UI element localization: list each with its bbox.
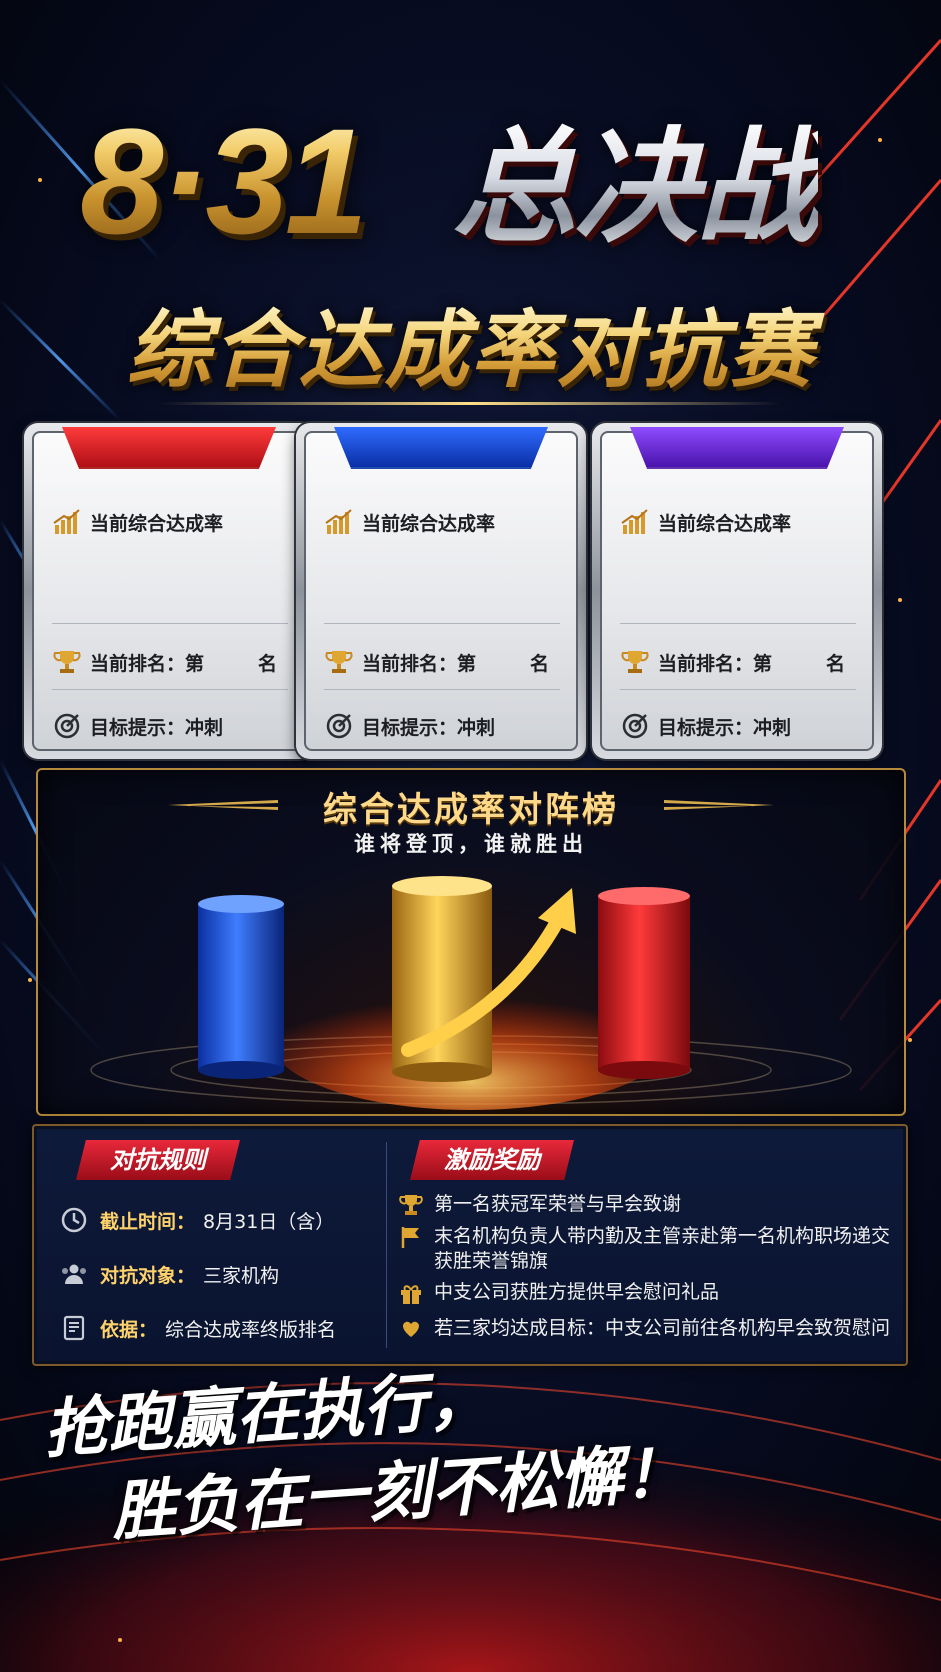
- clock-icon: [61, 1207, 87, 1233]
- blue-column: [198, 904, 284, 1070]
- rank-label: 当前排名：第: [362, 652, 477, 675]
- reward-item: 中支公司获胜方提供早会慰问礼品: [398, 1280, 890, 1306]
- reward-item: 第一名获冠军荣誉与早会致谢: [398, 1192, 890, 1218]
- card-divider: [324, 623, 560, 624]
- target-icon: [622, 713, 648, 739]
- trophy-icon: [53, 651, 81, 673]
- rate-label: 当前综合达成率: [90, 512, 224, 535]
- reward-text: 若三家均达成目标：中支公司前往各机构早会致贺慰问: [434, 1317, 891, 1339]
- purple-tab: [630, 427, 844, 469]
- reward-text: 中支公司获胜方提供早会慰问礼品: [434, 1281, 720, 1303]
- rank-row: 当前排名：第 名: [52, 647, 288, 677]
- red-column: [598, 896, 690, 1070]
- team-card-red: 当前综合达成率 当前排名：第 名 目标提示：冲刺: [24, 423, 314, 759]
- blue-tab: [334, 427, 548, 469]
- rank-label: 当前排名：第: [658, 652, 773, 675]
- gift-icon: [401, 1285, 421, 1304]
- card-divider: [620, 623, 856, 624]
- board-subtitle: 谁将登顶，谁就胜出: [354, 832, 588, 856]
- heart-hand-icon: [403, 1321, 419, 1337]
- date-text: 8·31: [80, 97, 368, 265]
- goal-label: 目标提示：冲刺: [658, 716, 792, 739]
- flag-icon: [401, 1227, 419, 1248]
- reward-item: 若三家均达成目标：中支公司前往各机构早会致贺慰问: [398, 1316, 890, 1342]
- card-divider: [52, 689, 288, 690]
- rule-key: 截止时间：: [100, 1210, 196, 1233]
- target-icon: [54, 713, 80, 739]
- main-title: 8·31 总决战: [60, 100, 890, 280]
- rule-key: 依据：: [100, 1318, 158, 1341]
- card-divider: [52, 623, 288, 624]
- rate-row: 当前综合达成率: [620, 507, 856, 537]
- card-divider: [620, 689, 856, 690]
- matchup-board: 综合达成率对阵榜 谁将登顶，谁就胜出: [36, 768, 906, 1116]
- trophy-icon: [399, 1195, 423, 1215]
- rule-key: 对抗对象：: [100, 1264, 196, 1287]
- trophy-icon: [621, 651, 649, 673]
- competition-subtitle: 综合达成率对抗赛: [0, 298, 941, 402]
- people-icon: [62, 1264, 86, 1284]
- team-card-blue: 当前综合达成率 当前排名：第 名 目标提示：冲刺: [296, 423, 586, 759]
- panel-divider: [386, 1142, 387, 1348]
- rule-deadline: 截止时间： 8月31日（含）: [60, 1206, 334, 1234]
- reward-item: 末名机构负责人带内勤及主管亲赴第一名机构职场递交获胜荣誉锦旗: [398, 1224, 890, 1274]
- board-title: 综合达成率对阵榜: [323, 790, 619, 830]
- rewards-heading: 激励奖励: [410, 1140, 574, 1180]
- rules-rewards-panel: 对抗规则 激励奖励 截止时间： 8月31日（含） 对抗对象： 三家机构 依据： …: [32, 1124, 908, 1366]
- card-divider: [324, 689, 560, 690]
- goal-row: 目标提示：冲刺: [52, 711, 288, 741]
- target-icon: [326, 713, 352, 739]
- rank-unit: 名: [258, 652, 278, 675]
- reward-text: 末名机构负责人带内勤及主管亲赴第一名机构职场递交获胜荣誉锦旗: [434, 1225, 891, 1272]
- rule-value: 综合达成率终版排名: [165, 1318, 337, 1341]
- rate-label: 当前综合达成率: [658, 512, 792, 535]
- rate-label: 当前综合达成率: [362, 512, 496, 535]
- rank-unit: 名: [530, 652, 550, 675]
- rank-label: 当前排名：第: [90, 652, 205, 675]
- final-battle-text: 总决战: [452, 116, 820, 260]
- rank-row: 当前排名：第 名: [324, 647, 560, 677]
- goal-row: 目标提示：冲刺: [324, 711, 560, 741]
- rule-value: 三家机构: [203, 1264, 280, 1287]
- bar-chart-icon: [53, 509, 80, 534]
- rule-target: 对抗对象： 三家机构: [60, 1260, 279, 1288]
- rate-row: 当前综合达成率: [324, 507, 560, 537]
- goal-label: 目标提示：冲刺: [362, 716, 496, 739]
- rate-row: 当前综合达成率: [52, 507, 288, 537]
- subtitle-glow: [160, 402, 780, 405]
- rule-basis: 依据： 综合达成率终版排名: [60, 1314, 336, 1342]
- bar-chart-icon: [621, 509, 648, 534]
- goal-label: 目标提示：冲刺: [90, 716, 224, 739]
- document-icon: [63, 1315, 85, 1341]
- rank-unit: 名: [826, 652, 846, 675]
- team-card-purple: 当前综合达成率 当前排名：第 名 目标提示：冲刺: [592, 423, 882, 759]
- bar-chart-icon: [325, 509, 352, 534]
- reward-text: 第一名获冠军荣誉与早会致谢: [434, 1193, 682, 1215]
- rank-row: 当前排名：第 名: [620, 647, 856, 677]
- red-tab: [62, 427, 276, 469]
- rules-heading: 对抗规则: [76, 1140, 240, 1180]
- goal-row: 目标提示：冲刺: [620, 711, 856, 741]
- rule-value: 8月31日（含）: [203, 1210, 335, 1233]
- trophy-icon: [325, 651, 353, 673]
